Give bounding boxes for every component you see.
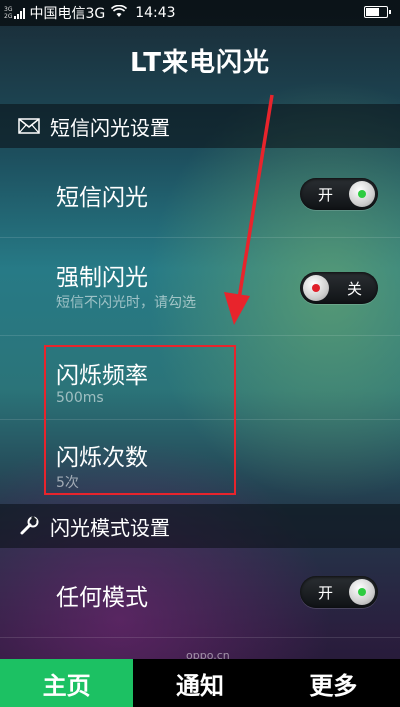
annotation-arrow [224, 94, 274, 325]
bottom-tab-bar: 主页 通知 更多 [0, 659, 400, 707]
tab-more[interactable]: 更多 [267, 659, 400, 707]
tab-home[interactable]: 主页 [0, 659, 134, 707]
tab-notify[interactable]: 通知 [133, 659, 266, 707]
